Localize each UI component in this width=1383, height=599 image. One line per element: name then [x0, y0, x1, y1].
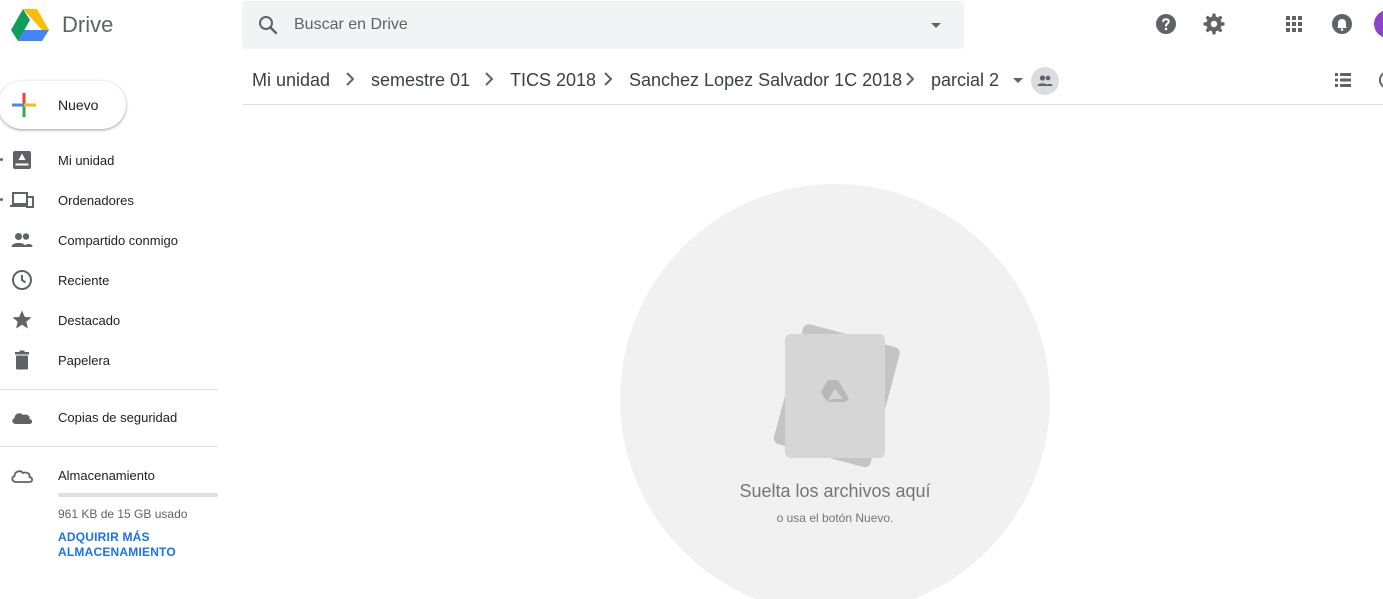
sidebar-item-label: Mi unidad	[58, 153, 115, 168]
breadcrumb-item[interactable]: TICS 2018	[510, 70, 596, 91]
empty-folder-illustration-icon	[773, 324, 900, 468]
drive-app: Drive Buscar en Drive Mi unidad semestre…	[0, 0, 1383, 599]
sidebar-item-starred[interactable]: Destacado	[0, 300, 218, 340]
sidebar-item-label: Reciente	[58, 273, 110, 288]
details-info-icon[interactable]	[1378, 70, 1383, 90]
chevron-right-icon	[346, 72, 355, 86]
notifications-icon[interactable]	[1330, 12, 1354, 36]
shared-folder-badge[interactable]	[1031, 67, 1059, 95]
breadcrumb-item[interactable]: Mi unidad	[252, 70, 330, 91]
sidebar-item-label: Ordenadores	[58, 193, 134, 208]
storage-quota-bar	[58, 493, 218, 497]
expand-arrow-icon[interactable]	[0, 158, 3, 161]
sidebar-item-trash[interactable]: Papelera	[0, 340, 218, 380]
breadcrumb-item[interactable]: semestre 01	[371, 70, 470, 91]
my-drive-icon	[13, 151, 31, 169]
new-button[interactable]: Nuevo	[0, 81, 126, 129]
shared-people-icon	[11, 233, 33, 247]
shared-people-icon	[1037, 75, 1053, 86]
buy-storage-link[interactable]: ADQUIRIR MÁS ALMACENAMIENTO	[58, 530, 208, 560]
app-brand[interactable]: Drive	[62, 12, 113, 38]
trash-icon	[15, 350, 29, 370]
cloud-outline-icon	[11, 470, 34, 483]
computers-icon	[10, 192, 34, 208]
breadcrumb: Mi unidad semestre 01 TICS 2018 Sanchez …	[242, 56, 1383, 105]
plus-icon	[12, 93, 36, 117]
sidebar-item-storage[interactable]: Almacenamiento	[0, 455, 218, 495]
sidebar-item-shared-with-me[interactable]: Compartido conmigo	[0, 220, 218, 260]
search-icon[interactable]	[256, 13, 280, 37]
clock-icon	[12, 270, 32, 290]
folder-menu-caret-icon[interactable]	[1008, 70, 1028, 90]
sidebar-divider	[0, 389, 218, 390]
sidebar-item-label: Almacenamiento	[58, 468, 155, 483]
drop-zone-title: Suelta los archivos aquí	[739, 481, 931, 501]
search-box[interactable]	[242, 1, 964, 49]
settings-icon[interactable]	[1202, 12, 1226, 36]
sidebar-item-backups[interactable]: Copias de seguridad	[0, 397, 218, 437]
sidebar-item-computers[interactable]: Ordenadores	[0, 180, 218, 220]
new-button-label: Nuevo	[58, 97, 99, 113]
top-bar: Drive	[0, 0, 1383, 56]
search-input[interactable]	[294, 11, 894, 39]
sidebar-item-recent[interactable]: Reciente	[0, 260, 218, 300]
breadcrumb-current[interactable]: parcial 2	[931, 70, 999, 91]
help-icon[interactable]	[1154, 12, 1178, 36]
drop-zone-subtitle: o usa el botón Nuevo.	[776, 511, 894, 525]
sidebar-item-label: Papelera	[58, 353, 111, 368]
chevron-right-icon	[604, 72, 613, 86]
sidebar-item-label: Compartido conmigo	[58, 233, 178, 248]
star-icon	[12, 310, 32, 329]
chevron-right-icon	[906, 72, 915, 86]
search-options-icon[interactable]	[924, 13, 948, 37]
apps-grid-icon[interactable]	[1282, 12, 1306, 36]
cloud-icon	[12, 413, 33, 424]
breadcrumb-item[interactable]: Sanchez Lopez Salvador 1C 2018	[629, 70, 902, 91]
list-view-icon[interactable]	[1333, 70, 1353, 90]
storage-usage-text: 961 KB de 15 GB usado	[58, 507, 188, 521]
expand-arrow-icon[interactable]	[0, 198, 3, 201]
sidebar-item-my-drive[interactable]: Mi unidad	[0, 140, 218, 180]
sidebar-item-label: Destacado	[58, 313, 121, 328]
drive-logo-icon[interactable]	[10, 7, 50, 43]
chevron-right-icon	[485, 72, 494, 86]
sidebar-item-label: Copias de seguridad	[58, 410, 178, 425]
account-avatar[interactable]	[1374, 10, 1383, 38]
sidebar-divider	[0, 446, 218, 447]
